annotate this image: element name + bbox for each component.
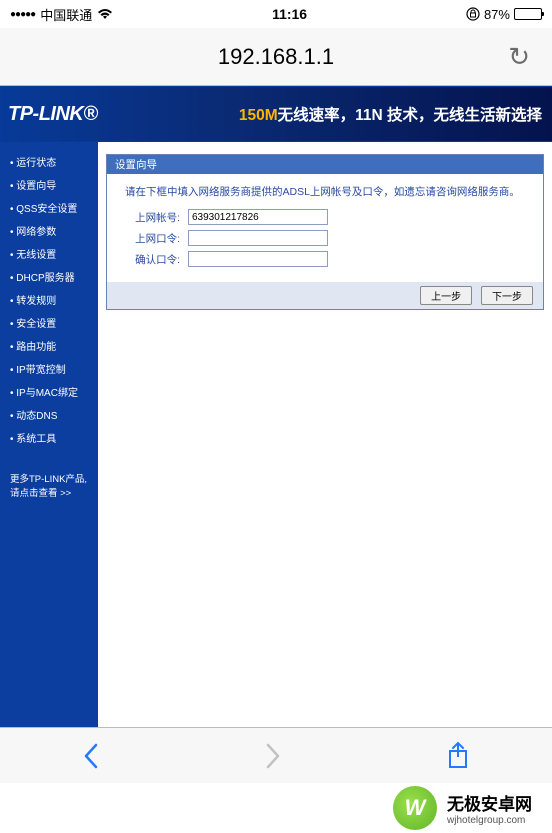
share-button[interactable] (446, 741, 470, 771)
battery-icon (514, 8, 542, 20)
confirm-input[interactable] (188, 251, 328, 267)
watermark: W 无极安卓网 wjhotelgroup.com (0, 783, 552, 833)
row-confirm: 确认口令: (125, 251, 529, 267)
panel-body: 请在下框中填入网络服务商提供的ADSL上网帐号及口令，如遗忘请咨询网络服务商。 … (107, 174, 543, 282)
router-admin-page: TP-LINK® 150M无线速率，11N 技术，无线生活新选择 运行状态 设置… (0, 86, 552, 742)
sidebar-promo: 更多TP-LINK产品, 请点击查看 >> (4, 469, 94, 506)
sidebar-item-systools[interactable]: 系统工具 (4, 426, 94, 449)
watermark-url: wjhotelgroup.com (447, 815, 532, 826)
watermark-logo-icon: W (393, 786, 437, 830)
router-sidebar: 运行状态 设置向导 QSS安全设置 网络参数 无线设置 DHCP服务器 转发规则… (0, 142, 98, 742)
status-left: ●●●●● 中国联通 (10, 5, 113, 24)
panel-footer: 上一步 下一步 (107, 282, 543, 309)
back-button[interactable] (82, 742, 100, 770)
account-input[interactable] (188, 209, 328, 225)
row-account: 上网帐号: (125, 209, 529, 225)
account-label: 上网帐号: (125, 210, 180, 225)
promo-line1: 更多TP-LINK产品, (10, 473, 88, 487)
sidebar-item-status[interactable]: 运行状态 (4, 150, 94, 173)
sidebar-item-network[interactable]: 网络参数 (4, 219, 94, 242)
sidebar-item-dhcp[interactable]: DHCP服务器 (4, 265, 94, 288)
banner-slogan-rest: 无线速率，11N 技术，无线生活新选择 (278, 107, 542, 124)
panel-title: 设置向导 (107, 155, 543, 174)
sidebar-item-ddns[interactable]: 动态DNS (4, 403, 94, 426)
url-text: 192.168.1.1 (218, 44, 334, 70)
sidebar-item-security[interactable]: 安全设置 (4, 311, 94, 334)
password-input[interactable] (188, 230, 328, 246)
wifi-icon (97, 8, 113, 20)
carrier-label: 中国联通 (40, 5, 92, 24)
watermark-title: 无极安卓网 (447, 790, 532, 815)
setup-wizard-panel: 设置向导 请在下框中填入网络服务商提供的ADSL上网帐号及口令，如遗忘请咨询网络… (106, 154, 544, 310)
forward-button[interactable] (264, 742, 282, 770)
reload-icon[interactable]: ↻ (508, 41, 530, 72)
banner-slogan-prefix: 150M (239, 107, 278, 124)
router-content: 设置向导 请在下框中填入网络服务商提供的ADSL上网帐号及口令，如遗忘请咨询网络… (98, 142, 552, 742)
status-right: 87% (466, 7, 542, 22)
router-body: 运行状态 设置向导 QSS安全设置 网络参数 无线设置 DHCP服务器 转发规则… (0, 142, 552, 742)
status-time: 11:16 (272, 6, 307, 22)
signal-dots-icon: ●●●●● (10, 9, 35, 20)
browser-address-bar[interactable]: 192.168.1.1 ↻ (0, 28, 552, 86)
sidebar-item-qss[interactable]: QSS安全设置 (4, 196, 94, 219)
sidebar-item-ipmac[interactable]: IP与MAC绑定 (4, 380, 94, 403)
orientation-lock-icon (466, 7, 480, 21)
prev-button[interactable]: 上一步 (420, 286, 472, 305)
row-password: 上网口令: (125, 230, 529, 246)
sidebar-item-wizard[interactable]: 设置向导 (4, 173, 94, 196)
sidebar-item-bandwidth[interactable]: IP带宽控制 (4, 357, 94, 380)
ios-status-bar: ●●●●● 中国联通 11:16 87% (0, 0, 552, 28)
sidebar-item-routing[interactable]: 路由功能 (4, 334, 94, 357)
tplink-logo: TP-LINK® (8, 103, 98, 126)
password-label: 上网口令: (125, 231, 180, 246)
sidebar-item-forward[interactable]: 转发规则 (4, 288, 94, 311)
banner-slogan: 150M无线速率，11N 技术，无线生活新选择 (239, 103, 542, 125)
watermark-text: 无极安卓网 wjhotelgroup.com (447, 790, 532, 826)
browser-toolbar (0, 727, 552, 783)
next-button[interactable]: 下一步 (481, 286, 533, 305)
confirm-label: 确认口令: (125, 252, 180, 267)
promo-link[interactable]: 请点击查看 >> (10, 487, 88, 501)
sidebar-item-wireless[interactable]: 无线设置 (4, 242, 94, 265)
battery-percent: 87% (484, 7, 510, 22)
panel-hint: 请在下框中填入网络服务商提供的ADSL上网帐号及口令，如遗忘请咨询网络服务商。 (125, 184, 529, 199)
router-banner: TP-LINK® 150M无线速率，11N 技术，无线生活新选择 (0, 86, 552, 142)
